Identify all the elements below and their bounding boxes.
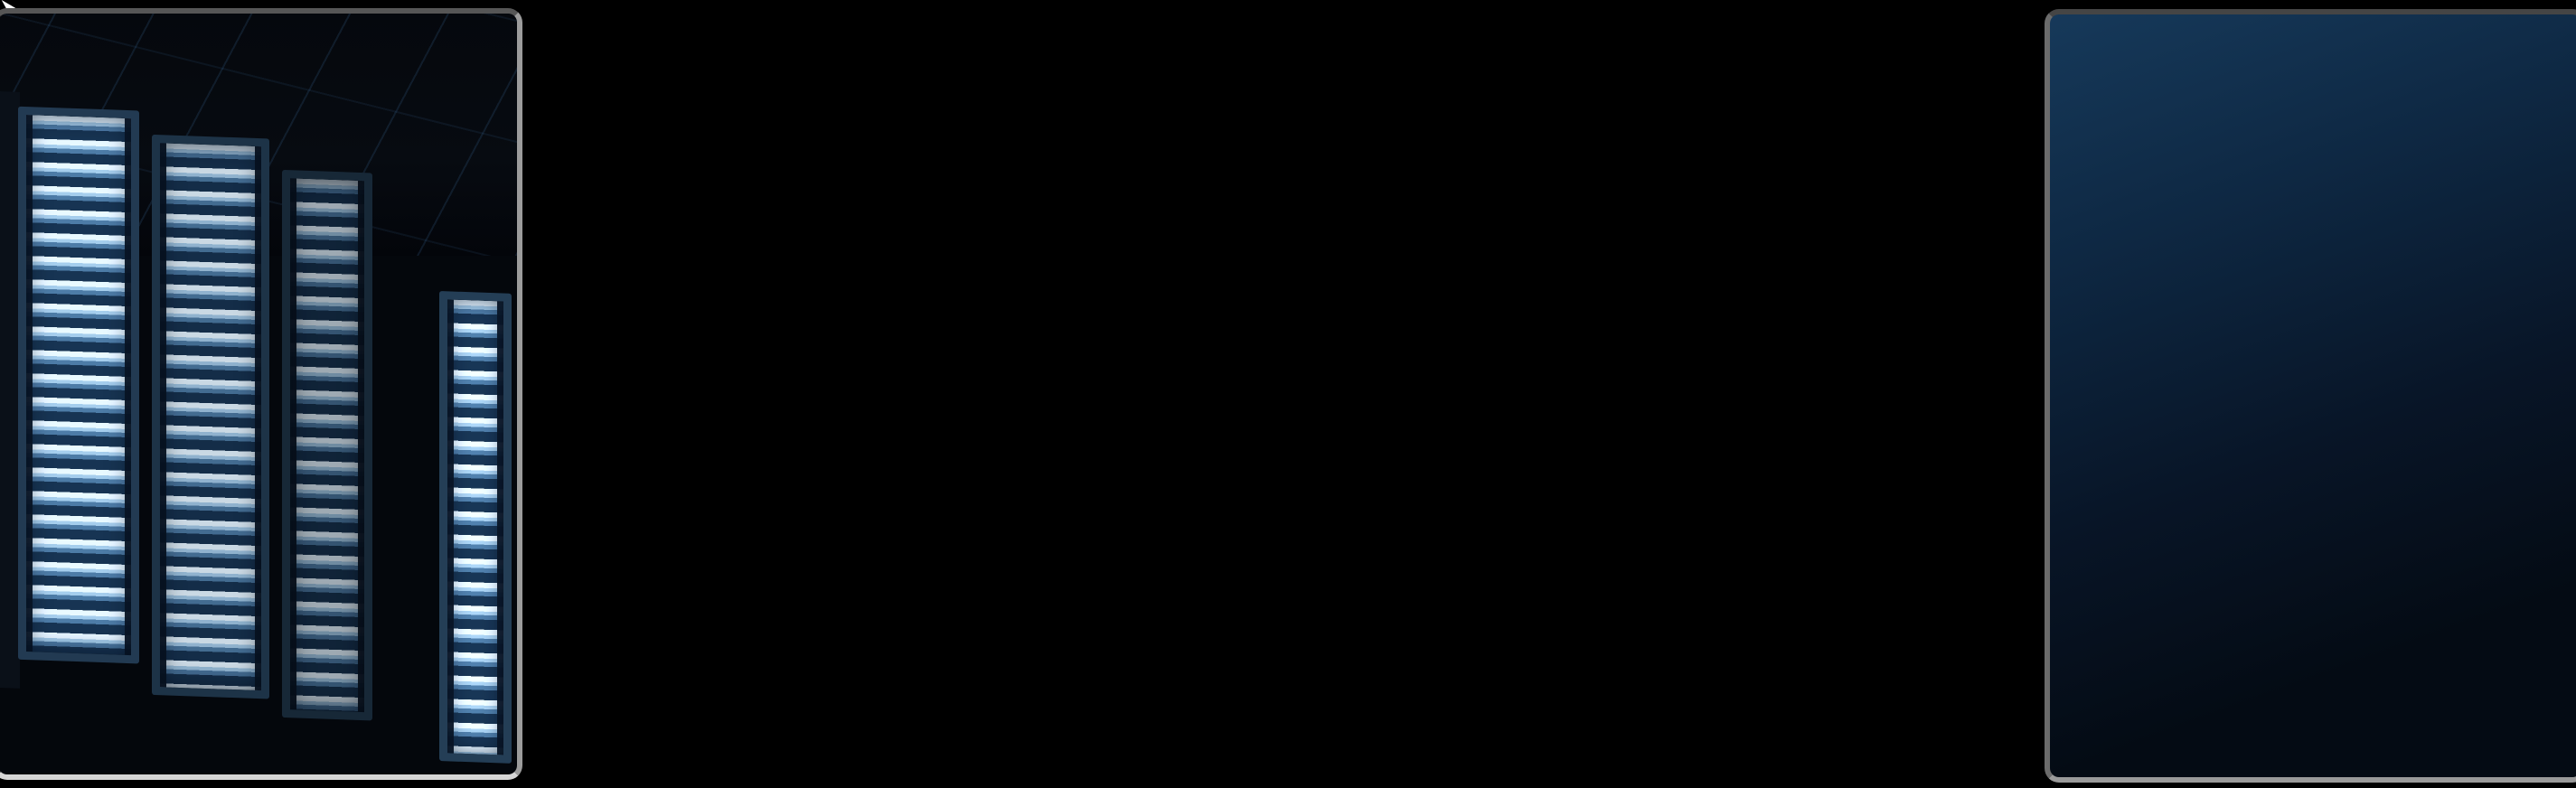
server-room-photo [0,8,522,780]
server-rack [282,170,372,720]
diagram-block [2050,14,2072,27]
screen-block-diagram [2050,14,2576,566]
diagram-block [2050,423,2079,437]
diagram-block [2050,437,2088,475]
diagram-block [2050,213,2075,277]
server-room-aisle [381,316,432,625]
diagram-block [2050,277,2075,340]
server-rack-row [0,8,517,780]
graph-wire [2050,642,2122,678]
diagram-wire [2050,530,2072,566]
diagram-wire [2050,475,2079,530]
server-rack [152,135,269,699]
diagram-block [2050,78,2097,213]
diagram-block [2050,358,2081,376]
diagram-block [2050,27,2072,40]
diagram-block [2050,65,2072,78]
server-rack [18,107,139,664]
monitor-screen [2050,14,2576,678]
diagram-block [2050,40,2072,52]
monitor [2050,14,2576,678]
page-background: TECHMENTORZ Solutions ↓ Customized Solut… [0,0,2576,788]
server-rack [439,291,512,764]
rack-pillar [0,91,20,689]
graph-wire [2050,602,2140,642]
diagram-block [2050,340,2081,358]
diagram-block [2050,376,2081,408]
workstation-monitor-photo [2045,9,2576,783]
graph-wire [2050,566,2131,602]
diagram-block [2050,52,2072,65]
screen-node-graph [2050,566,2576,678]
diagram-block [2050,408,2079,423]
